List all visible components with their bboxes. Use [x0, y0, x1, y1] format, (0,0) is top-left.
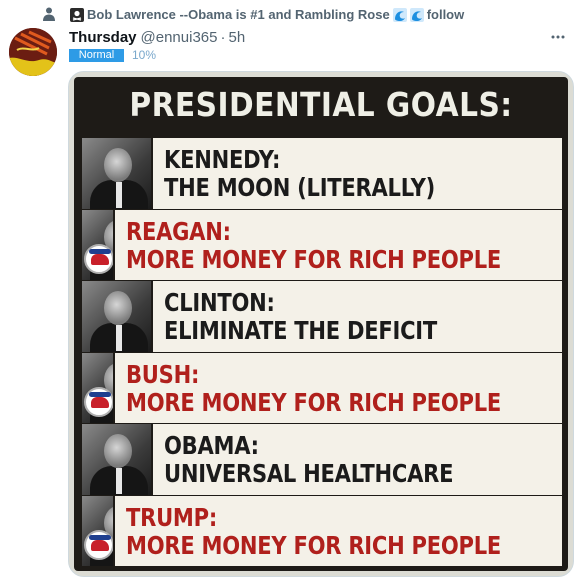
- president-name: CLINTON:: [164, 288, 275, 317]
- president-row: TRUMP: MORE MONEY FOR RICH PEOPLE: [82, 495, 562, 566]
- user-handle[interactable]: @ennui365: [141, 29, 218, 46]
- retweeter-name[interactable]: Bob Lawrence --Obama is #1 and Rambling …: [87, 7, 390, 22]
- republican-elephant-logo: [84, 529, 113, 560]
- avatar-image: [9, 28, 57, 76]
- republican-elephant-logo: [84, 243, 113, 274]
- republican-elephant-logo: [84, 386, 113, 417]
- tweet-media[interactable]: PRESIDENTIAL GOALS: KENNEDY: THE MOON (L…: [68, 71, 574, 577]
- president-name: BUSH:: [125, 359, 200, 389]
- president-photo: [82, 209, 115, 280]
- social-context-text[interactable]: Bob Lawrence --Obama is #1 and Rambling …: [70, 7, 464, 22]
- president-goal: UNIVERSAL HEALTHCARE: [164, 459, 454, 488]
- president-photo: [82, 138, 153, 209]
- poster-title: PRESIDENTIAL GOALS:: [129, 85, 513, 124]
- tweet-header: Thursday @ennui365 · 5h: [69, 27, 574, 47]
- president-goal: MORE MONEY FOR RICH PEOPLE: [125, 530, 501, 560]
- president-name: REAGAN:: [125, 216, 231, 246]
- badge-row: Normal 10%: [69, 48, 156, 62]
- president-photo: [82, 424, 153, 495]
- avatar[interactable]: [9, 28, 57, 76]
- president-row: CLINTON: ELIMINATE THE DEFICIT: [82, 281, 562, 352]
- president-goal: MORE MONEY FOR RICH PEOPLE: [125, 244, 501, 274]
- percent-label: 10%: [132, 48, 157, 62]
- follow-link[interactable]: follow: [427, 7, 465, 22]
- president-photo: [82, 281, 153, 352]
- timestamp[interactable]: 5h: [228, 29, 245, 46]
- president-photo: [82, 352, 115, 423]
- president-goal: THE MOON (LITERALLY): [164, 173, 435, 202]
- status-badge: Normal: [69, 48, 124, 62]
- president-row: REAGAN: MORE MONEY FOR RICH PEOPLE: [82, 209, 562, 280]
- president-goal: ELIMINATE THE DEFICIT: [164, 316, 437, 345]
- poster-image: PRESIDENTIAL GOALS: KENNEDY: THE MOON (L…: [74, 77, 568, 571]
- more-options-icon[interactable]: [550, 31, 566, 43]
- pirate-flag-icon: [70, 7, 84, 22]
- president-name: TRUMP:: [125, 502, 217, 532]
- president-name: OBAMA:: [164, 431, 259, 460]
- wave-icon: [392, 7, 407, 22]
- president-row: KENNEDY: THE MOON (LITERALLY): [82, 138, 562, 209]
- person-icon: [43, 7, 55, 21]
- separator: ·: [220, 28, 226, 46]
- display-name[interactable]: Thursday: [69, 29, 137, 46]
- president-row: OBAMA: UNIVERSAL HEALTHCARE: [82, 424, 562, 495]
- president-photo: [82, 495, 115, 566]
- poster-rows: KENNEDY: THE MOON (LITERALLY) REAGAN: MO…: [82, 138, 562, 567]
- social-context: Bob Lawrence --Obama is #1 and Rambling …: [0, 0, 583, 28]
- president-row: BUSH: MORE MONEY FOR RICH PEOPLE: [82, 352, 562, 423]
- president-goal: MORE MONEY FOR RICH PEOPLE: [125, 387, 501, 417]
- president-name: KENNEDY:: [164, 145, 281, 174]
- wave-icon: [409, 7, 424, 22]
